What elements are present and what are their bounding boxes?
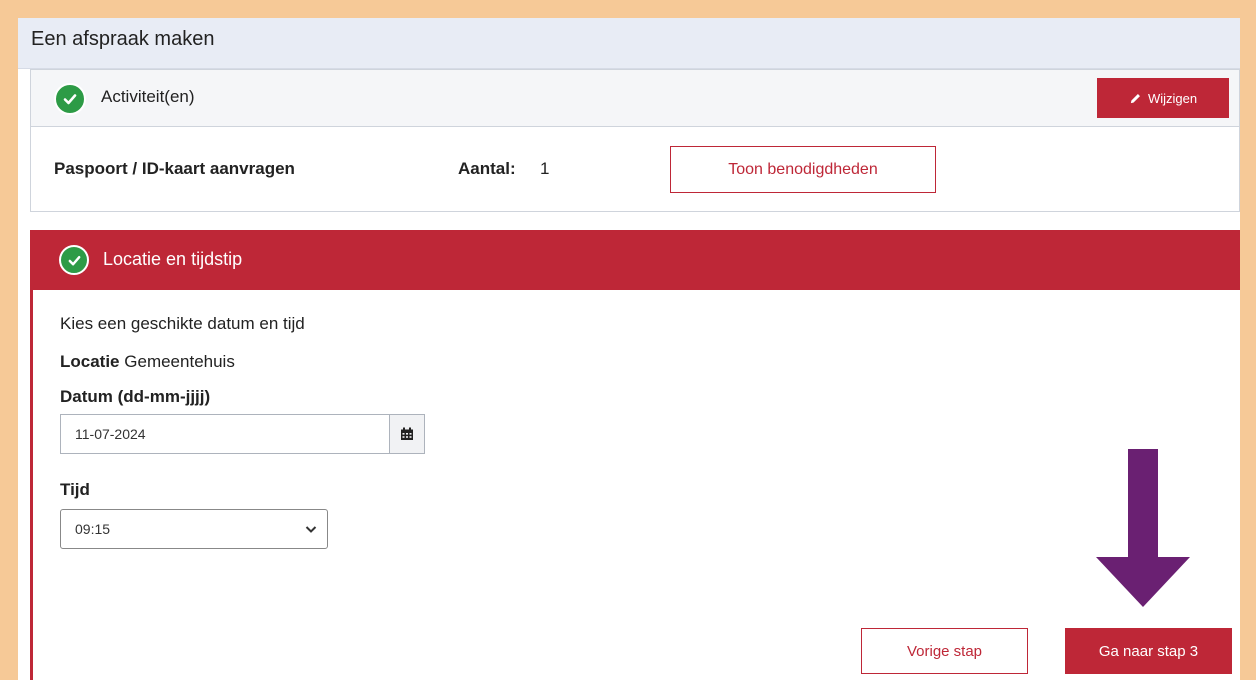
activities-title: Activiteit(en)	[101, 87, 195, 106]
location-value: Gemeentehuis	[124, 352, 235, 371]
edit-button-label: Wijzigen	[1147, 90, 1198, 106]
next-step-button[interactable]: Ga naar stap 3	[1065, 628, 1232, 674]
previous-step-button[interactable]: Vorige stap	[861, 628, 1028, 674]
check-icon	[59, 245, 89, 275]
location-time-panel: Locatie en tijdstip Kies een geschikte d…	[30, 230, 1240, 680]
location-line: Locatie Gemeentehuis	[60, 352, 235, 372]
show-requirements-button[interactable]: Toon benodigdheden	[670, 146, 936, 193]
calendar-icon	[401, 427, 413, 440]
activities-panel-body: Paspoort / ID-kaart aanvragen Aantal: 1 …	[30, 127, 1240, 212]
intro-text: Kies een geschikte datum en tijd	[60, 314, 305, 333]
page-header: Een afspraak maken	[18, 18, 1240, 69]
activities-panel-header: Activiteit(en) Wijzigen	[30, 69, 1240, 127]
chevron-down-icon	[305, 526, 317, 533]
pencil-icon	[1130, 93, 1140, 103]
calendar-button[interactable]	[389, 414, 425, 454]
appointment-frame: Een afspraak maken Activiteit(en) Wijzig…	[18, 18, 1240, 680]
check-icon	[54, 83, 86, 115]
count-label: Aantal:	[458, 159, 516, 178]
time-select[interactable]: 09:15	[60, 509, 328, 549]
date-input[interactable]: 11-07-2024	[60, 414, 390, 454]
count-value: 1	[540, 159, 550, 178]
time-label: Tijd	[60, 480, 90, 499]
location-label: Locatie	[60, 352, 120, 371]
activity-name: Paspoort / ID-kaart aanvragen	[54, 159, 295, 178]
date-label: Datum (dd-mm-jjjj)	[60, 387, 211, 406]
arrow-down-icon	[1096, 449, 1190, 607]
edit-button[interactable]: Wijzigen	[1097, 78, 1229, 118]
location-time-header: Locatie en tijdstip	[33, 230, 1240, 290]
page-title: Een afspraak maken	[31, 28, 215, 50]
location-time-title: Locatie en tijdstip	[103, 249, 243, 269]
time-select-value: 09:15	[75, 521, 111, 537]
